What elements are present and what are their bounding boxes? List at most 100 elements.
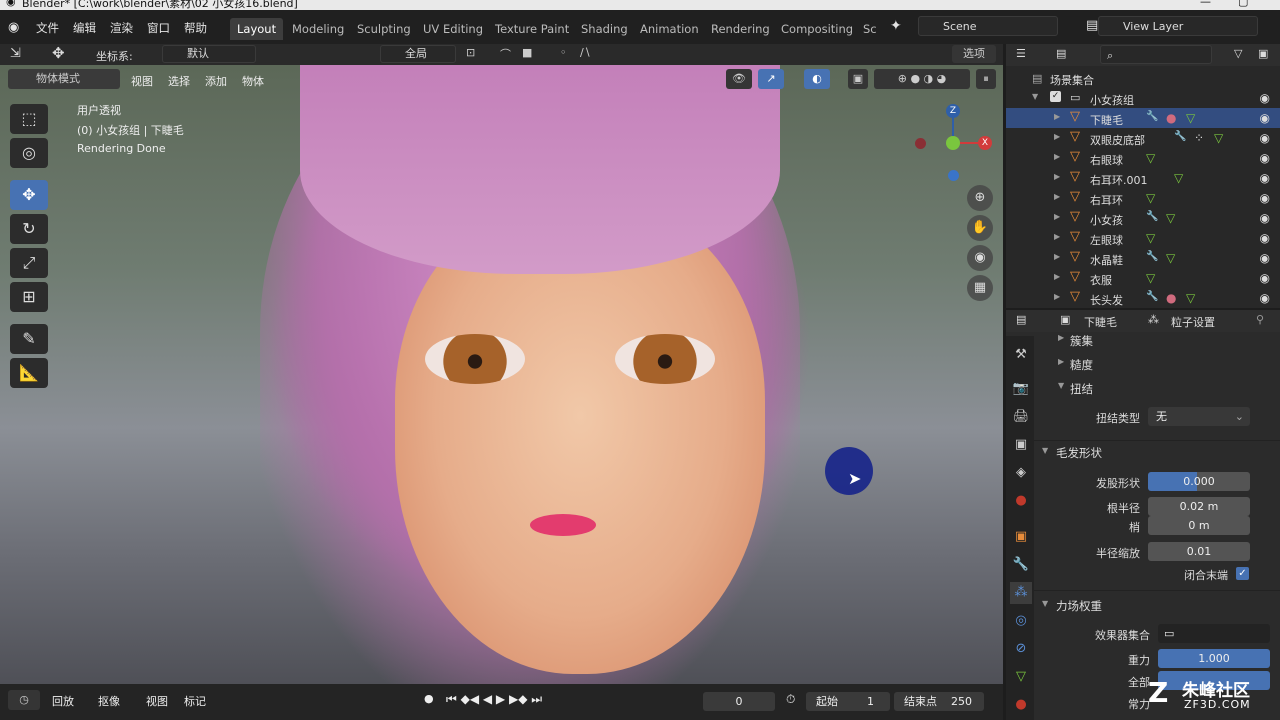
outliner-object-row[interactable]: ▶ ▽ 左眼球 ◉ ▽ [1006,228,1280,248]
blender-menu-icon[interactable]: ◉ [8,20,19,35]
expand-icon[interactable]: ▶ [1054,252,1060,261]
material-tab-icon[interactable]: ● [1010,694,1032,716]
gizmo-neg-z[interactable] [948,170,959,181]
strand-shape-field[interactable]: 0.000 [1148,472,1250,491]
view-layer-icon[interactable]: ▤ [1086,18,1098,33]
scale-tool[interactable]: ⤢ [10,248,48,278]
modifier-wrench-icon[interactable]: 🔧 [1174,131,1186,142]
tab-animation[interactable]: Animation [633,18,706,40]
menu-add[interactable]: 添加 [205,73,227,89]
output-tab-icon[interactable]: 🖨 [1010,406,1032,428]
expand-icon[interactable]: ▶ [1054,152,1060,161]
gizmo-y-axis[interactable] [946,136,960,150]
eye-icon[interactable]: ◉ [1260,271,1270,285]
world-tab-icon[interactable]: ● [1010,490,1032,512]
options-button[interactable]: 选项 [952,45,996,63]
zoom-icon[interactable]: ⊕ [967,185,993,211]
minimize-icon[interactable]: — [1200,0,1211,8]
view-layer-tab-icon[interactable]: ▣ [1010,434,1032,456]
expand-icon[interactable]: ▶ [1058,357,1064,366]
close-tip-checkbox[interactable]: ✓ [1236,567,1249,580]
constraints-tab-icon[interactable]: ⊘ [1010,638,1032,660]
stopwatch-icon[interactable]: ⏱ [786,692,795,707]
collapse-icon[interactable]: ▼ [1042,446,1048,455]
expand-icon[interactable]: ▶ [1054,112,1060,121]
outliner-object-row[interactable]: ▶ ▽ 右耳环.001 ◉ ▽ [1006,168,1280,188]
view-layer-selector[interactable]: View Layer [1098,16,1258,36]
shading-modes[interactable]: ⊕ ● ◑ ◕ [874,69,970,89]
move-mode-icon[interactable]: ✥ [52,44,65,62]
eye-icon[interactable]: ◉ [1260,111,1270,125]
menu-select[interactable]: 选择 [168,73,190,89]
gizmo-neg-x[interactable] [915,138,926,149]
scene-icon[interactable]: ✦ [890,18,902,34]
maximize-icon[interactable]: ▢ [1238,0,1248,8]
panel-roughness[interactable]: 糙度 [1070,357,1093,373]
expand-icon[interactable]: ▼ [1032,92,1038,101]
timeline-editor-icon[interactable]: ◷ [8,690,40,710]
outliner-collection-row[interactable]: ▼ ✓ ▭ 小女孩组 ◉ [1006,88,1280,108]
outliner-object-row[interactable]: ▶ ▽ 水晶鞋 ◉ 🔧 ▽ [1006,248,1280,268]
snap-icon[interactable]: ⊡ [466,46,475,59]
visibility-icon[interactable]: 👁 [726,69,752,89]
eye-icon[interactable]: ◉ [1260,291,1270,305]
eye-icon[interactable]: ◉ [1260,131,1270,145]
modifier-wrench-icon[interactable]: 🔧 [1146,251,1158,262]
properties-editor-icon[interactable]: ▤ [1016,313,1026,326]
outliner-editor-icon[interactable]: ☰ [1016,47,1026,60]
menu-edit[interactable]: 编辑 [73,20,96,36]
annotate-tool[interactable]: ✎ [10,324,48,354]
mesh-data-icon[interactable]: ▽ [1174,171,1183,185]
magnet-icon[interactable]: ⌒ [500,46,511,62]
field-weights-title[interactable]: 力场权重 [1056,598,1102,614]
eye-icon[interactable]: ◉ [1260,211,1270,225]
gravity-field[interactable]: 1.000 [1158,649,1270,668]
modifier-wrench-icon[interactable]: 🔧 [1146,291,1158,302]
tab-texture-paint[interactable]: Texture Paint [488,18,576,40]
expand-icon[interactable]: ▶ [1054,212,1060,221]
menu-file[interactable]: 文件 [36,20,59,36]
root-radius-field[interactable]: 0.02 m [1148,497,1250,516]
eye-icon[interactable]: ◉ [1260,231,1270,245]
tab-compositing[interactable]: Compositing [774,18,860,40]
tab-uv-editing[interactable]: UV Editing [416,18,490,40]
start-frame-field[interactable]: 起始 1 [806,692,890,711]
radius-scale-field[interactable]: 0.01 [1148,542,1250,561]
gizmo-toggle-icon[interactable]: ↗ [758,69,784,89]
menu-keying[interactable]: 抠像 [98,693,120,709]
particle-system-icon[interactable]: ⁘ [1194,131,1204,145]
expand-icon[interactable]: ▶ [1054,232,1060,241]
panel-clump[interactable]: 簇集 [1070,333,1093,349]
tab-layout[interactable]: Layout [230,18,284,40]
outliner-object-row[interactable]: ▶ ▽ 小女孩 ◉ 🔧 ▽ [1006,208,1280,228]
menu-window[interactable]: 窗口 [147,20,170,36]
menu-marker[interactable]: 标记 [184,693,206,709]
modifier-tab-icon[interactable]: 🔧 [1010,554,1032,576]
display-mode-icon[interactable]: ▤ [1056,47,1066,60]
collapse-icon[interactable]: ▼ [1058,381,1064,390]
effector-collection-field[interactable]: ▭ [1158,624,1270,643]
filter-icon[interactable]: ▽ [1234,47,1242,60]
falloff-icon[interactable]: ∕∖ [580,46,591,59]
outliner-scene-collection[interactable]: ▤ 场景集合 [1006,68,1280,88]
eye-icon[interactable]: ◉ [1260,91,1270,105]
proportional-icon[interactable]: ◦ [560,46,567,59]
pin-icon[interactable]: ⚲ [1256,313,1264,326]
mesh-data-icon[interactable]: ▽ [1146,191,1155,205]
transform-icon[interactable]: ⇲ [10,46,21,61]
menu-object[interactable]: 物体 [242,73,264,89]
snap-target-icon[interactable]: ■ [522,46,532,59]
tab-more[interactable]: Sc [856,18,884,40]
expand-icon[interactable]: ▶ [1054,172,1060,181]
mesh-data-icon[interactable]: ▽ [1186,291,1195,305]
mesh-data-icon[interactable]: ▽ [1146,271,1155,285]
render-tab-icon[interactable]: 📷 [1010,378,1032,400]
outliner-object-row[interactable]: ▶ ▽ 长头发 ◉ 🔧 ● ▽ [1006,288,1280,308]
menu-help[interactable]: 帮助 [184,20,207,36]
mesh-data-icon[interactable]: ▽ [1146,231,1155,245]
eye-icon[interactable]: ◉ [1260,171,1270,185]
current-frame-field[interactable]: 0 [703,692,775,711]
expand-icon[interactable]: ▶ [1054,132,1060,141]
eye-icon[interactable]: ◉ [1260,191,1270,205]
outliner-search-input[interactable]: ⌕ [1100,45,1212,64]
